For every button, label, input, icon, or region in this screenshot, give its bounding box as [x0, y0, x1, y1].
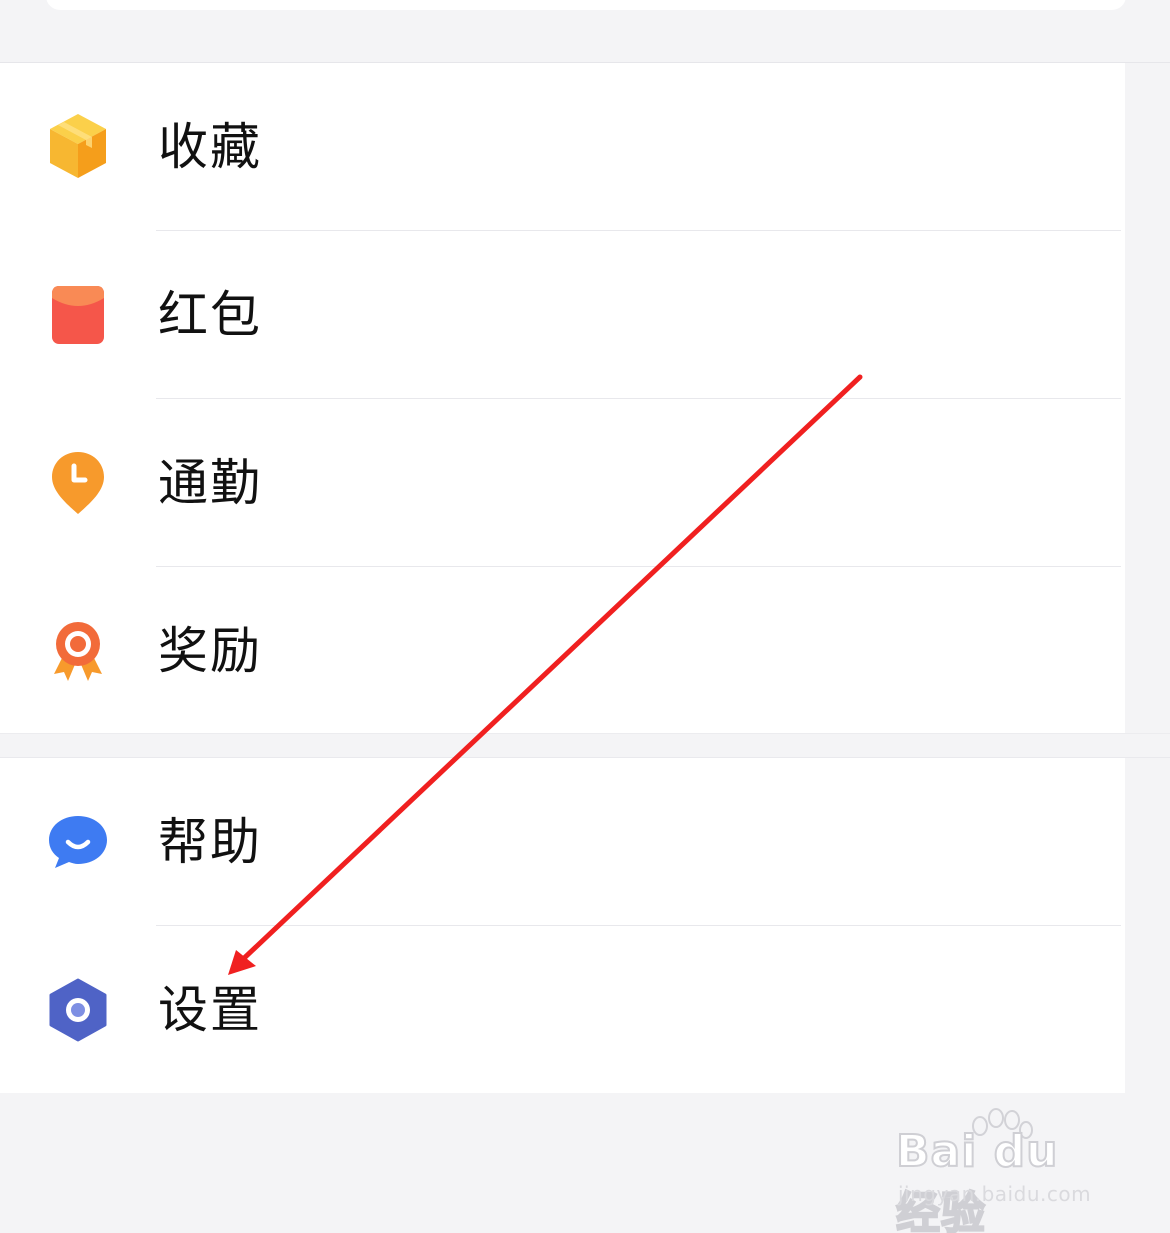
settings-hexagon-icon	[46, 978, 110, 1042]
group-divider	[0, 733, 1170, 734]
top-card	[46, 0, 1126, 10]
baidu-watermark: Bai du 经验 jingyan.baidu.com	[895, 1108, 1110, 1233]
menu-item-label: 红包	[158, 286, 262, 344]
menu-group-primary: 收藏 红包 通勤 奖励	[0, 63, 1125, 733]
menu-item-reward[interactable]: 奖励	[0, 567, 1125, 735]
menu-group-secondary: 帮助 设置	[0, 758, 1125, 1093]
menu-page: 收藏 红包 通勤 奖励 帮助 设置 Bai du 经验 jingyan.baid…	[0, 0, 1170, 1233]
favorites-box-icon	[46, 114, 110, 179]
menu-item-label: 设置	[158, 981, 262, 1039]
red-envelope-icon	[46, 283, 110, 347]
commute-clock-icon	[46, 451, 110, 515]
watermark-logo: Bai du 经验	[895, 1125, 1059, 1233]
menu-item-label: 帮助	[158, 813, 262, 871]
menu-item-label: 通勤	[158, 454, 262, 512]
menu-item-label: 奖励	[158, 622, 262, 680]
watermark-url: jingyan.baidu.com	[898, 1182, 1092, 1206]
help-chat-icon	[46, 810, 110, 874]
menu-item-red-envelope[interactable]: 红包	[0, 231, 1125, 399]
menu-item-label: 收藏	[158, 118, 262, 176]
menu-item-favorites[interactable]: 收藏	[0, 63, 1125, 231]
menu-item-commute[interactable]: 通勤	[0, 399, 1125, 567]
reward-medal-icon	[46, 619, 110, 683]
menu-item-help[interactable]: 帮助	[0, 758, 1125, 926]
menu-item-settings[interactable]: 设置	[0, 926, 1125, 1094]
